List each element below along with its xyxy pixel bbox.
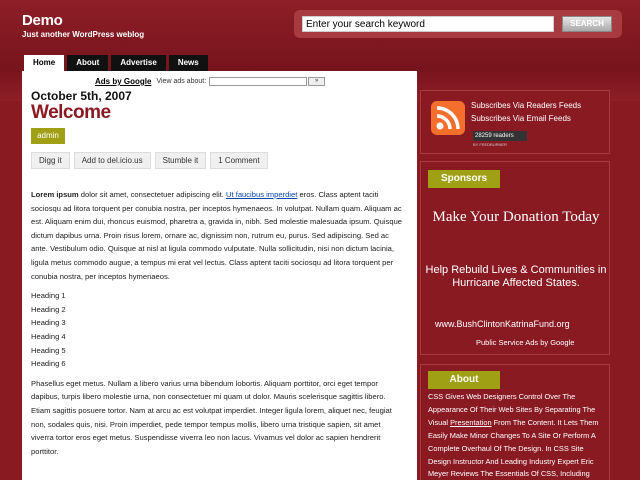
about-text-b: From The Content. It Lets Them Easily Ma… — [428, 417, 599, 479]
heading-1: Heading 1 — [31, 291, 66, 301]
psa-link[interactable]: Public Service Ads by Google — [476, 338, 574, 347]
post-paragraph: Lorem ipsum dolor sit amet, consectetuer… — [31, 188, 405, 283]
ads-row: Ads by Google View ads about: » — [95, 77, 326, 86]
site-title[interactable]: Demo — [22, 12, 63, 29]
ads-go-button[interactable]: » — [308, 77, 326, 86]
ads-by-google-link[interactable]: Ads by Google — [95, 77, 151, 86]
post-date: October 5th, 2007 — [31, 89, 132, 103]
tab-advertise[interactable]: Advertise — [111, 55, 166, 71]
about-text: CSS Gives Web Designers Control Over The… — [428, 391, 606, 480]
author-badge[interactable]: admin — [31, 128, 65, 144]
ads-input[interactable] — [209, 77, 308, 86]
sponsor-ad-title[interactable]: Make Your Donation Today — [421, 206, 611, 228]
sponsors-label: Sponsors — [428, 170, 500, 188]
comment-button[interactable]: 1 Comment — [210, 152, 268, 169]
sponsor-ad-url[interactable]: www.BushClintonKatrinaFund.org — [435, 319, 570, 329]
search-button[interactable]: SEARCH — [562, 16, 612, 32]
rss-icon[interactable] — [431, 101, 465, 135]
readers-feeds-link[interactable]: Subscribes Via Readers Feeds — [471, 101, 581, 110]
search-bar: SEARCH — [294, 10, 622, 38]
post-body: Lorem ipsum dolor sit amet, consectetuer… — [31, 188, 405, 464]
para1-text-b: eros. Class aptent taciti sociosqu ad li… — [31, 190, 403, 281]
main-nav: Home About Advertise News — [24, 55, 211, 71]
email-feeds-link[interactable]: Subscribes Via Email Feeds — [471, 114, 571, 123]
tab-news[interactable]: News — [168, 55, 208, 71]
heading-4: Heading 4 — [31, 331, 66, 341]
about-widget: About CSS Gives Web Designers Control Ov… — [420, 364, 610, 480]
main-content: Ads by Google View ads about: » October … — [22, 71, 417, 480]
heading-2: Heading 2 — [31, 304, 66, 314]
site-tagline: Just another WordPress weblog — [22, 30, 145, 39]
presentation-link[interactable]: Presentation — [450, 418, 492, 427]
about-label: About — [428, 371, 500, 389]
tab-about[interactable]: About — [67, 55, 109, 71]
para1-text-a: dolor sit amet, consectetuer adipiscing … — [78, 190, 226, 199]
stumble-button[interactable]: Stumble it — [154, 152, 207, 169]
post-actions: Digg it Add to del.icio.us Stumble it 1 … — [31, 152, 272, 169]
delicious-button[interactable]: Add to del.icio.us — [73, 152, 151, 169]
heading-3: Heading 3 — [31, 318, 66, 328]
ads-label: View ads about: — [156, 78, 207, 85]
search-input[interactable] — [302, 16, 554, 32]
sponsors-widget: Sponsors Make Your Donation Today Help R… — [420, 161, 610, 355]
feedburner-badge[interactable]: 28259 readers — [473, 131, 527, 141]
post-title[interactable]: Welcome — [31, 102, 111, 124]
inline-link[interactable]: Ut faucibus imperdiet — [226, 190, 297, 199]
heading-6: Heading 6 — [31, 359, 66, 369]
rss-widget: Subscribes Via Readers Feeds Subscribes … — [420, 90, 610, 154]
heading-5: Heading 5 — [31, 345, 66, 355]
post-paragraph-2: Phasellus eget metus. Nullam a libero va… — [31, 378, 392, 456]
feedburner-label: BY FEEDBURNER — [473, 142, 507, 147]
sponsor-ad-text[interactable]: Help Rebuild Lives & Communities in Hurr… — [421, 264, 611, 290]
lead-text: Lorem ipsum — [31, 190, 79, 199]
digg-button[interactable]: Digg it — [31, 152, 70, 169]
tab-home[interactable]: Home — [24, 55, 65, 71]
